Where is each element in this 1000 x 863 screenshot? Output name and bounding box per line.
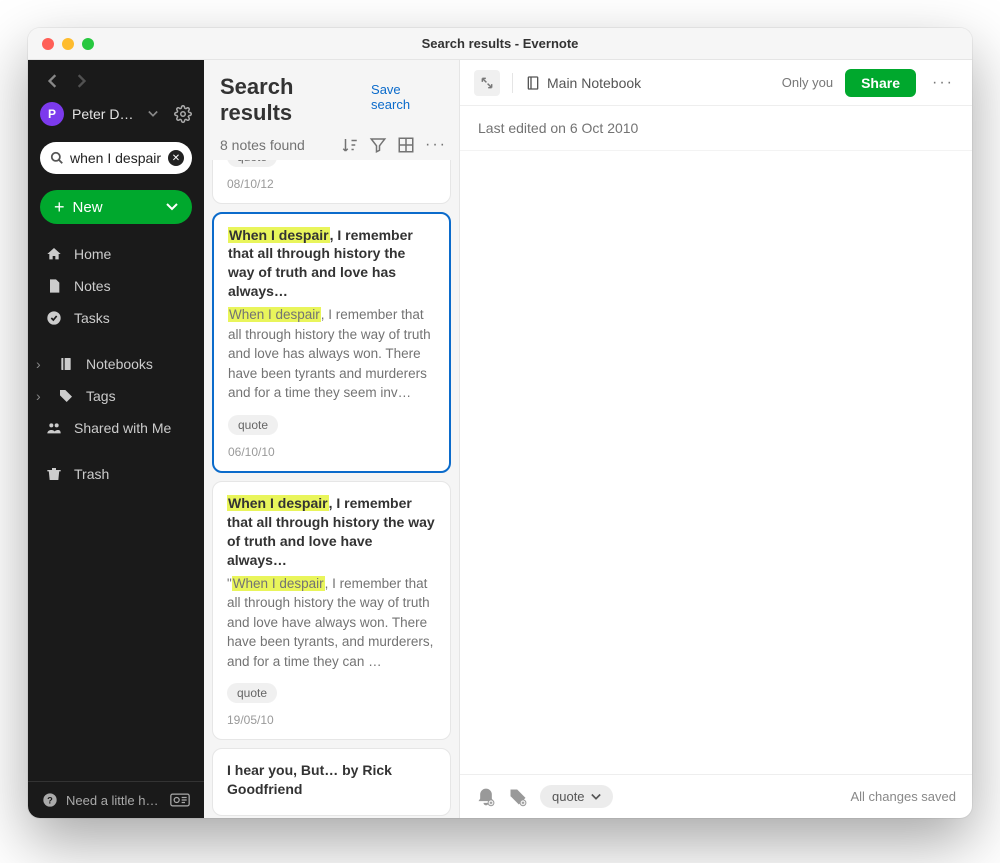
note-card[interactable]: I hear you, But… by Rick Goodfriend <box>212 748 451 816</box>
note-card[interactable]: Ieyasu T… quote 08/10/12 <box>212 160 451 204</box>
plus-icon: + <box>54 198 65 216</box>
nav-back-button[interactable] <box>48 74 58 88</box>
sidebar-item-label: Home <box>74 246 111 262</box>
note-content-area[interactable] <box>460 151 972 774</box>
close-window-button[interactable] <box>42 38 54 50</box>
notebook-icon <box>525 75 541 91</box>
last-edited: Last edited on 6 Oct 2010 <box>460 106 972 151</box>
share-button[interactable]: Share <box>845 69 916 97</box>
sidebar-item-tasks[interactable]: Tasks <box>28 302 204 334</box>
footer-tag-chip[interactable]: quote <box>540 785 613 808</box>
sidebar-item-label: Tags <box>86 388 116 404</box>
card-title: When I despair, I remember that all thro… <box>228 226 435 302</box>
trash-icon <box>46 466 62 482</box>
sidebar-item-notes[interactable]: Notes <box>28 270 204 302</box>
sort-icon[interactable] <box>341 136 359 154</box>
nav-forward-button[interactable] <box>76 74 86 88</box>
help-label: Need a little help? <box>66 793 162 808</box>
results-count: 8 notes found <box>220 137 331 153</box>
save-search-link[interactable]: Save search <box>371 82 443 112</box>
more-options-icon[interactable]: ··· <box>425 136 443 154</box>
reminder-icon[interactable] <box>476 787 496 807</box>
card-body: When I despair, I remember that all thro… <box>228 305 435 403</box>
card-date: 08/10/12 <box>227 177 436 191</box>
view-mode-icon[interactable] <box>397 136 415 154</box>
note-icon <box>46 278 62 294</box>
sidebar-item-label: Notes <box>74 278 111 294</box>
account-name[interactable]: Peter Da… <box>72 106 140 122</box>
sidebar-item-label: Shared with Me <box>74 420 171 436</box>
add-tag-icon[interactable] <box>508 787 528 807</box>
list-title: Search results <box>220 74 371 126</box>
search-input[interactable]: when I despair ✕ <box>40 142 192 174</box>
tasks-icon <box>46 310 62 326</box>
home-icon <box>46 246 62 262</box>
sharing-status[interactable]: Only you <box>782 75 833 90</box>
tag-icon <box>58 388 74 404</box>
help-icon: ? <box>42 792 58 808</box>
chevron-down-icon <box>591 792 601 802</box>
chevron-down-icon <box>166 201 178 213</box>
chevron-right-icon: › <box>36 356 44 372</box>
card-date: 19/05/10 <box>227 713 436 727</box>
tag-chip[interactable]: quote <box>227 683 277 703</box>
help-button[interactable]: ? Need a little help? <box>28 781 204 818</box>
new-button-label: New <box>73 199 103 216</box>
settings-gear-icon[interactable] <box>174 105 192 123</box>
note-detail: Main Notebook Only you Share ··· Last ed… <box>460 60 972 818</box>
note-card-selected[interactable]: When I despair, I remember that all thro… <box>212 212 451 473</box>
window-title: Search results - Evernote <box>28 36 972 51</box>
sidebar-item-label: Trash <box>74 466 109 482</box>
card-date: 06/10/10 <box>228 445 435 459</box>
sidebar-item-label: Notebooks <box>86 356 153 372</box>
expand-note-button[interactable] <box>474 70 500 96</box>
card-title: When I despair, I remember that all thro… <box>227 494 436 570</box>
contact-icon <box>170 793 190 807</box>
notebook-selector[interactable]: Main Notebook <box>525 75 641 91</box>
notebook-name: Main Notebook <box>547 75 641 91</box>
note-card[interactable]: When I despair, I remember that all thro… <box>212 481 451 740</box>
svg-text:?: ? <box>47 795 53 805</box>
card-title: I hear you, But… by Rick Goodfriend <box>227 761 436 799</box>
minimize-window-button[interactable] <box>62 38 74 50</box>
save-status: All changes saved <box>850 789 956 804</box>
search-icon <box>50 151 64 165</box>
note-list: Search results Save search 8 notes found… <box>204 60 460 818</box>
shared-icon <box>46 420 62 436</box>
sidebar-item-home[interactable]: Home <box>28 238 204 270</box>
tag-chip[interactable]: quote <box>227 160 277 167</box>
footer-tag-label: quote <box>552 789 585 804</box>
app-window: Search results - Evernote P Peter Da… wh… <box>28 28 972 818</box>
chevron-right-icon: › <box>36 388 44 404</box>
new-button[interactable]: + New <box>40 190 192 224</box>
search-value: when I despair <box>70 150 162 166</box>
window-controls <box>28 38 94 50</box>
fullscreen-window-button[interactable] <box>82 38 94 50</box>
sidebar-item-notebooks[interactable]: › Notebooks <box>28 348 204 380</box>
titlebar: Search results - Evernote <box>28 28 972 60</box>
sidebar-item-label: Tasks <box>74 310 110 326</box>
notebook-icon <box>58 356 74 372</box>
more-actions-button[interactable]: ··· <box>928 74 958 92</box>
sidebar-item-shared[interactable]: Shared with Me <box>28 412 204 444</box>
sidebar-item-trash[interactable]: Trash <box>28 458 204 490</box>
filter-icon[interactable] <box>369 136 387 154</box>
account-chevron-icon[interactable] <box>148 109 158 119</box>
sidebar-item-tags[interactable]: › Tags <box>28 380 204 412</box>
sidebar: P Peter Da… when I despair ✕ + New Home <box>28 60 204 818</box>
search-clear-button[interactable]: ✕ <box>168 150 184 166</box>
avatar[interactable]: P <box>40 102 64 126</box>
card-body: "When I despair, I remember that all thr… <box>227 574 436 672</box>
tag-chip[interactable]: quote <box>228 415 278 435</box>
